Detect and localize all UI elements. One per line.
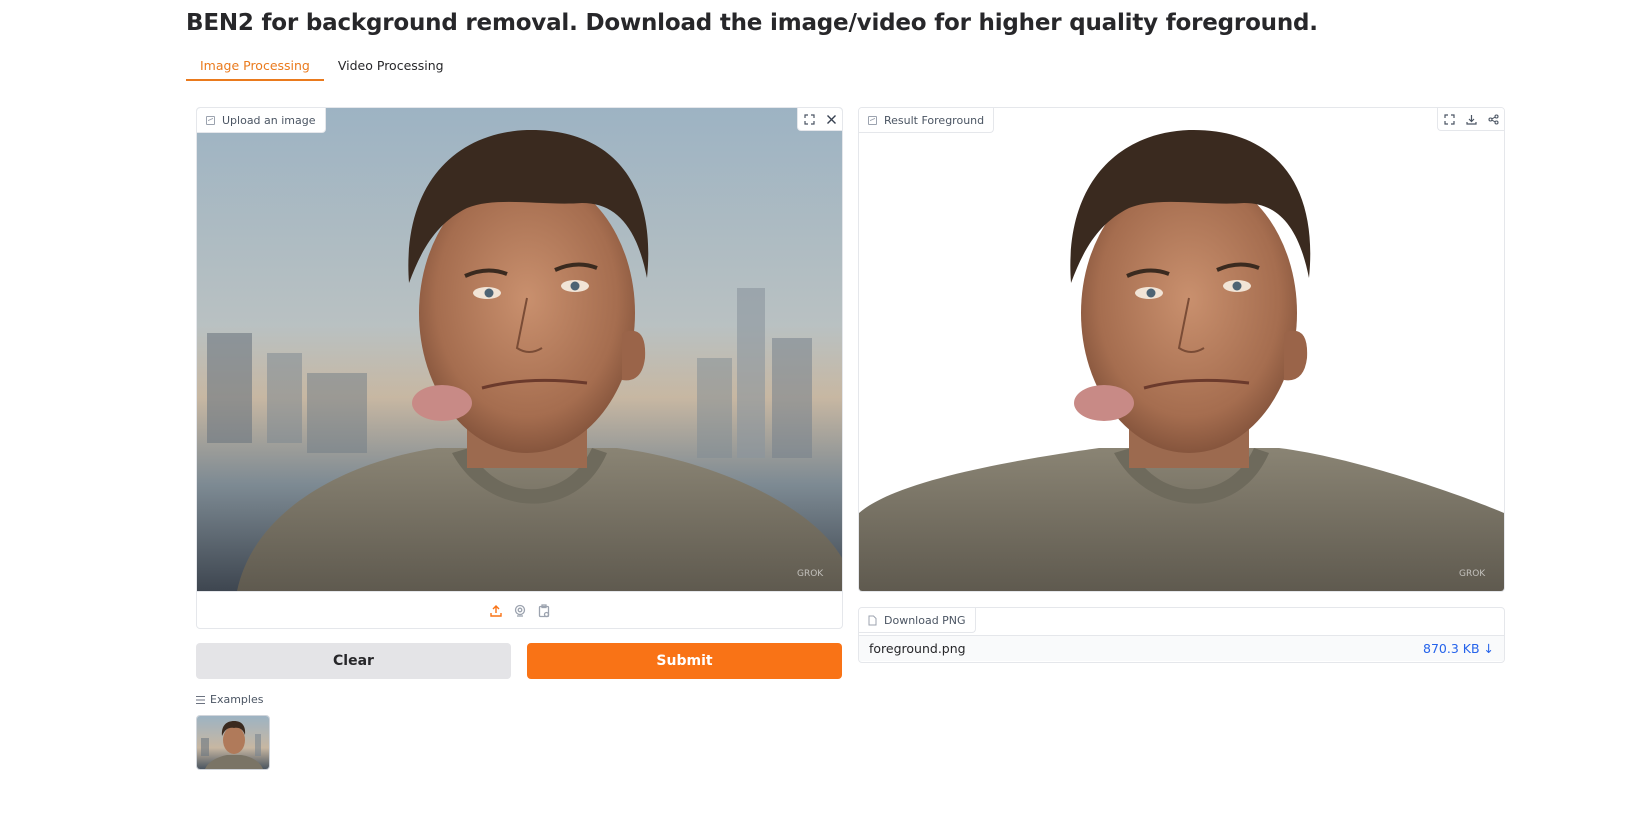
clear-button[interactable]: Clear	[196, 643, 511, 679]
download-file-panel: Download PNG foreground.png 870.3 KB ↓	[858, 607, 1505, 663]
list-icon	[196, 695, 205, 704]
clipboard-icon[interactable]	[536, 603, 552, 619]
uploaded-image[interactable]: GROK	[197, 108, 842, 591]
input-image-label-text: Upload an image	[222, 113, 316, 127]
result-image-label-text: Result Foreground	[884, 113, 985, 127]
image-icon	[206, 116, 215, 125]
tab-image-processing[interactable]: Image Processing	[186, 52, 324, 81]
download-file-label: Download PNG	[859, 608, 976, 633]
svg-text:GROK: GROK	[1459, 569, 1486, 579]
examples-header: Examples	[196, 693, 263, 706]
download-icon[interactable]	[1460, 108, 1482, 130]
file-icon	[868, 615, 877, 626]
fullscreen-icon[interactable]	[798, 108, 820, 130]
example-thumbnail[interactable]	[196, 715, 270, 770]
upload-source-toolbar	[197, 591, 842, 628]
result-image: GROK	[859, 108, 1504, 591]
result-image-label: Result Foreground	[859, 108, 995, 133]
result-image-controls	[1437, 108, 1504, 131]
tab-bar: Image Processing Video Processing	[186, 52, 458, 81]
svg-text:GROK: GROK	[797, 569, 824, 579]
file-name: foreground.png	[869, 641, 966, 656]
close-icon[interactable]	[820, 108, 842, 130]
submit-button[interactable]: Submit	[527, 643, 842, 679]
tab-video-processing[interactable]: Video Processing	[324, 52, 458, 81]
input-image-controls	[797, 108, 842, 131]
fullscreen-icon[interactable]	[1438, 108, 1460, 130]
result-image-panel: Result Foreground GROK	[858, 107, 1505, 592]
examples-label: Examples	[210, 693, 264, 706]
download-file-label-text: Download PNG	[884, 613, 966, 627]
page-title: BEN2 for background removal. Download th…	[186, 10, 1318, 36]
webcam-icon[interactable]	[512, 603, 528, 619]
image-icon	[868, 116, 877, 125]
file-download-link[interactable]: 870.3 KB ↓	[1423, 641, 1494, 656]
input-image-label: Upload an image	[197, 108, 326, 133]
share-icon[interactable]	[1482, 108, 1504, 130]
file-row: foreground.png 870.3 KB ↓	[859, 635, 1504, 661]
input-image-panel: Upload an image GROK	[196, 107, 843, 629]
upload-icon[interactable]	[488, 603, 504, 619]
